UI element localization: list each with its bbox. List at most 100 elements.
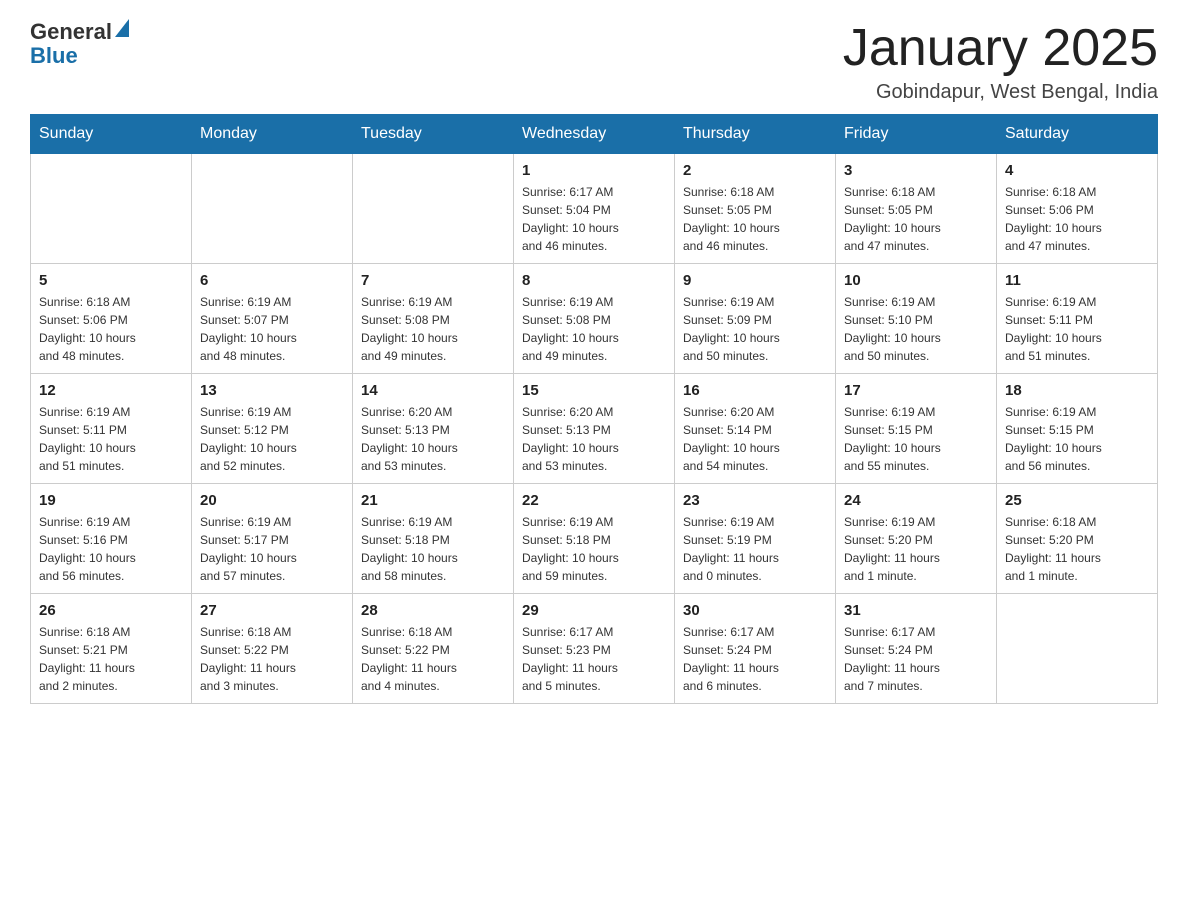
table-row: 23 Sunrise: 6:19 AM Sunset: 5:19 PM Dayli… (675, 484, 836, 594)
day-info: Sunrise: 6:17 AM Sunset: 5:24 PM Dayligh… (844, 623, 988, 695)
table-row: 31 Sunrise: 6:17 AM Sunset: 5:24 PM Dayli… (836, 594, 997, 704)
day-number: 21 (361, 492, 505, 509)
day-info: Sunrise: 6:19 AM Sunset: 5:20 PM Dayligh… (844, 513, 988, 585)
day-info: Sunrise: 6:20 AM Sunset: 5:13 PM Dayligh… (361, 403, 505, 475)
day-info: Sunrise: 6:18 AM Sunset: 5:05 PM Dayligh… (844, 183, 988, 255)
day-number: 28 (361, 602, 505, 619)
table-row: 8 Sunrise: 6:19 AM Sunset: 5:08 PM Daylig… (514, 264, 675, 374)
logo-icon (115, 19, 129, 37)
table-row: 27 Sunrise: 6:18 AM Sunset: 5:22 PM Dayli… (192, 594, 353, 704)
table-row: 11Sunrise: 6:19 AM Sunset: 5:11 PM Dayli… (997, 264, 1158, 374)
day-info: Sunrise: 6:19 AM Sunset: 5:17 PM Dayligh… (200, 513, 344, 585)
day-number: 19 (39, 492, 183, 509)
table-row: 10Sunrise: 6:19 AM Sunset: 5:10 PM Dayli… (836, 264, 997, 374)
day-number: 17 (844, 382, 988, 399)
day-info: Sunrise: 6:18 AM Sunset: 5:05 PM Dayligh… (683, 183, 827, 255)
day-info: Sunrise: 6:17 AM Sunset: 5:04 PM Dayligh… (522, 183, 666, 255)
day-info: Sunrise: 6:17 AM Sunset: 5:24 PM Dayligh… (683, 623, 827, 695)
day-info: Sunrise: 6:20 AM Sunset: 5:13 PM Dayligh… (522, 403, 666, 475)
day-info: Sunrise: 6:18 AM Sunset: 5:22 PM Dayligh… (361, 623, 505, 695)
day-info: Sunrise: 6:19 AM Sunset: 5:16 PM Dayligh… (39, 513, 183, 585)
header-monday: Monday (192, 115, 353, 154)
table-row (31, 154, 192, 264)
day-number: 30 (683, 602, 827, 619)
day-number: 22 (522, 492, 666, 509)
table-row: 5Sunrise: 6:18 AM Sunset: 5:06 PM Daylig… (31, 264, 192, 374)
table-row: 6Sunrise: 6:19 AM Sunset: 5:07 PM Daylig… (192, 264, 353, 374)
header-sunday: Sunday (31, 115, 192, 154)
table-row: 19 Sunrise: 6:19 AM Sunset: 5:16 PM Dayli… (31, 484, 192, 594)
logo-general: General (30, 19, 112, 44)
day-number: 27 (200, 602, 344, 619)
day-info: Sunrise: 6:19 AM Sunset: 5:09 PM Dayligh… (683, 293, 827, 365)
day-info: Sunrise: 6:19 AM Sunset: 5:11 PM Dayligh… (1005, 293, 1149, 365)
day-info: Sunrise: 6:18 AM Sunset: 5:22 PM Dayligh… (200, 623, 344, 695)
day-number: 4 (1005, 162, 1149, 179)
day-info: Sunrise: 6:18 AM Sunset: 5:21 PM Dayligh… (39, 623, 183, 695)
table-row (997, 594, 1158, 704)
table-row: 20Sunrise: 6:19 AM Sunset: 5:17 PM Dayli… (192, 484, 353, 594)
table-row: 30 Sunrise: 6:17 AM Sunset: 5:24 PM Dayli… (675, 594, 836, 704)
table-row: 3Sunrise: 6:18 AM Sunset: 5:05 PM Daylig… (836, 154, 997, 264)
day-number: 2 (683, 162, 827, 179)
calendar-table: Sunday Monday Tuesday Wednesday Thursday… (30, 114, 1158, 704)
header-friday: Friday (836, 115, 997, 154)
table-row: 9 Sunrise: 6:19 AM Sunset: 5:09 PM Daylig… (675, 264, 836, 374)
table-row: 16 Sunrise: 6:20 AM Sunset: 5:14 PM Dayli… (675, 374, 836, 484)
table-row: 4 Sunrise: 6:18 AM Sunset: 5:06 PM Daylig… (997, 154, 1158, 264)
day-number: 12 (39, 382, 183, 399)
day-info: Sunrise: 6:18 AM Sunset: 5:20 PM Dayligh… (1005, 513, 1149, 585)
day-info: Sunrise: 6:19 AM Sunset: 5:08 PM Dayligh… (522, 293, 666, 365)
day-number: 16 (683, 382, 827, 399)
day-number: 26 (39, 602, 183, 619)
day-info: Sunrise: 6:20 AM Sunset: 5:14 PM Dayligh… (683, 403, 827, 475)
day-number: 10 (844, 272, 988, 289)
table-row: 26 Sunrise: 6:18 AM Sunset: 5:21 PM Dayli… (31, 594, 192, 704)
table-row (353, 154, 514, 264)
header-thursday: Thursday (675, 115, 836, 154)
header-wednesday: Wednesday (514, 115, 675, 154)
day-info: Sunrise: 6:17 AM Sunset: 5:23 PM Dayligh… (522, 623, 666, 695)
day-number: 8 (522, 272, 666, 289)
table-row: 15 Sunrise: 6:20 AM Sunset: 5:13 PM Dayli… (514, 374, 675, 484)
day-number: 9 (683, 272, 827, 289)
day-number: 7 (361, 272, 505, 289)
day-info: Sunrise: 6:19 AM Sunset: 5:15 PM Dayligh… (844, 403, 988, 475)
week-row-2: 5Sunrise: 6:18 AM Sunset: 5:06 PM Daylig… (31, 264, 1158, 374)
table-row: 24Sunrise: 6:19 AM Sunset: 5:20 PM Dayli… (836, 484, 997, 594)
table-row: 2 Sunrise: 6:18 AM Sunset: 5:05 PM Daylig… (675, 154, 836, 264)
day-info: Sunrise: 6:19 AM Sunset: 5:08 PM Dayligh… (361, 293, 505, 365)
table-row: 7 Sunrise: 6:19 AM Sunset: 5:08 PM Daylig… (353, 264, 514, 374)
table-row: 22 Sunrise: 6:19 AM Sunset: 5:18 PM Dayli… (514, 484, 675, 594)
day-number: 14 (361, 382, 505, 399)
day-number: 25 (1005, 492, 1149, 509)
header-saturday: Saturday (997, 115, 1158, 154)
day-number: 6 (200, 272, 344, 289)
day-number: 31 (844, 602, 988, 619)
day-info: Sunrise: 6:18 AM Sunset: 5:06 PM Dayligh… (1005, 183, 1149, 255)
table-row: 13 Sunrise: 6:19 AM Sunset: 5:12 PM Dayli… (192, 374, 353, 484)
table-row: 29 Sunrise: 6:17 AM Sunset: 5:23 PM Dayli… (514, 594, 675, 704)
week-row-3: 12Sunrise: 6:19 AM Sunset: 5:11 PM Dayli… (31, 374, 1158, 484)
week-row-1: 1Sunrise: 6:17 AM Sunset: 5:04 PM Daylig… (31, 154, 1158, 264)
month-title: January 2025 (843, 20, 1158, 77)
table-row: 25 Sunrise: 6:18 AM Sunset: 5:20 PM Dayli… (997, 484, 1158, 594)
table-row: 21Sunrise: 6:19 AM Sunset: 5:18 PM Dayli… (353, 484, 514, 594)
location-title: Gobindapur, West Bengal, India (843, 81, 1158, 104)
day-info: Sunrise: 6:19 AM Sunset: 5:19 PM Dayligh… (683, 513, 827, 585)
table-row: 28 Sunrise: 6:18 AM Sunset: 5:22 PM Dayli… (353, 594, 514, 704)
day-number: 18 (1005, 382, 1149, 399)
day-info: Sunrise: 6:19 AM Sunset: 5:12 PM Dayligh… (200, 403, 344, 475)
day-info: Sunrise: 6:18 AM Sunset: 5:06 PM Dayligh… (39, 293, 183, 365)
title-area: January 2025 Gobindapur, West Bengal, In… (843, 20, 1158, 104)
day-number: 13 (200, 382, 344, 399)
day-number: 15 (522, 382, 666, 399)
table-row: 12Sunrise: 6:19 AM Sunset: 5:11 PM Dayli… (31, 374, 192, 484)
page-header: General Blue January 2025 Gobindapur, We… (30, 20, 1158, 104)
week-row-4: 19 Sunrise: 6:19 AM Sunset: 5:16 PM Dayli… (31, 484, 1158, 594)
day-number: 29 (522, 602, 666, 619)
day-number: 23 (683, 492, 827, 509)
day-info: Sunrise: 6:19 AM Sunset: 5:18 PM Dayligh… (522, 513, 666, 585)
weekday-header-row: Sunday Monday Tuesday Wednesday Thursday… (31, 115, 1158, 154)
table-row: 14 Sunrise: 6:20 AM Sunset: 5:13 PM Dayli… (353, 374, 514, 484)
